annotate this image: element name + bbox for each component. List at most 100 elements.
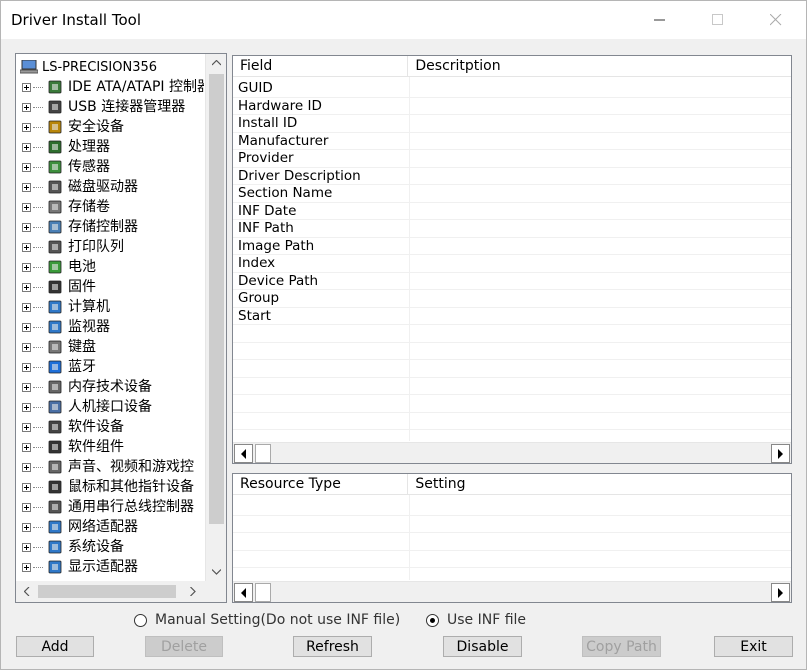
- expand-icon[interactable]: [22, 182, 31, 192]
- add-button[interactable]: Add: [16, 636, 94, 657]
- manual-setting-radio[interactable]: Manual Setting(Do not use INF file): [134, 612, 400, 628]
- table-row[interactable]: Provider: [233, 150, 791, 168]
- table-row[interactable]: Section Name: [233, 185, 791, 203]
- expand-icon[interactable]: [22, 282, 31, 292]
- expand-icon[interactable]: [22, 342, 31, 352]
- tree-item[interactable]: 声音、视频和游戏控: [22, 457, 194, 477]
- copy-path-button[interactable]: Copy Path: [582, 636, 661, 657]
- scroll-right-icon[interactable]: [771, 583, 790, 602]
- tree-item[interactable]: 键盘: [22, 337, 96, 357]
- expand-icon[interactable]: [22, 102, 31, 112]
- tree-item[interactable]: 软件组件: [22, 437, 124, 457]
- tree-horizontal-thumb[interactable]: [38, 585, 176, 598]
- resources-list[interactable]: Resource Type Setting: [232, 473, 792, 603]
- tree-vertical-thumb[interactable]: [209, 74, 224, 524]
- table-row[interactable]: Device Path: [233, 273, 791, 290]
- expand-icon[interactable]: [22, 402, 31, 412]
- column-resource-type[interactable]: Resource Type: [233, 474, 409, 495]
- tree-item[interactable]: 磁盘驱动器: [22, 177, 138, 197]
- tree-item[interactable]: USB 连接器管理器: [22, 97, 185, 117]
- expand-icon[interactable]: [22, 502, 31, 512]
- column-setting[interactable]: Setting: [408, 474, 791, 495]
- details-list[interactable]: Field Descritption GUID Hardware ID Instal…: [232, 55, 792, 464]
- expand-icon[interactable]: [22, 442, 31, 452]
- tree-item[interactable]: 打印队列: [22, 237, 124, 257]
- scroll-left-icon[interactable]: [234, 583, 253, 602]
- expand-icon[interactable]: [22, 222, 31, 232]
- tree-item[interactable]: 监视器: [22, 317, 110, 337]
- expand-icon[interactable]: [22, 242, 31, 252]
- minimize-button[interactable]: [637, 1, 683, 39]
- scroll-left-icon[interactable]: [234, 444, 253, 463]
- tree-item[interactable]: 蓝牙: [22, 357, 96, 377]
- expand-icon[interactable]: [22, 522, 31, 532]
- tree-item[interactable]: IDE ATA/ATAPI 控制器: [22, 77, 204, 97]
- table-row[interactable]: Driver Description: [233, 168, 791, 185]
- radio-circle[interactable]: [134, 613, 147, 627]
- tree-item[interactable]: 通用串行总线控制器: [22, 497, 194, 517]
- tree-item[interactable]: 软件设备: [22, 417, 124, 437]
- tree-horizontal-scrollbar[interactable]: [16, 581, 226, 602]
- expand-icon[interactable]: [22, 382, 31, 392]
- tree-root-node[interactable]: LS-PRECISION356: [20, 57, 157, 77]
- table-row[interactable]: INF Date: [233, 203, 791, 220]
- expand-icon[interactable]: [22, 82, 31, 92]
- tree-vertical-scrollbar[interactable]: [205, 54, 226, 581]
- column-description[interactable]: Descritption: [408, 56, 791, 77]
- tree-item[interactable]: 内存技术设备: [22, 377, 152, 397]
- expand-icon[interactable]: [22, 462, 31, 472]
- scroll-up-icon[interactable]: [206, 54, 226, 72]
- table-row[interactable]: Hardware ID: [233, 98, 791, 115]
- disable-button[interactable]: Disable: [443, 636, 522, 657]
- expand-icon[interactable]: [22, 202, 31, 212]
- tree-item[interactable]: 网络适配器: [22, 517, 138, 537]
- expand-icon[interactable]: [22, 482, 31, 492]
- close-button[interactable]: [753, 1, 799, 39]
- maximize-button[interactable]: [695, 1, 741, 39]
- radio-circle[interactable]: [426, 613, 439, 627]
- tree-item[interactable]: 处理器: [22, 137, 110, 157]
- exit-button[interactable]: Exit: [714, 636, 793, 657]
- expand-icon[interactable]: [22, 262, 31, 272]
- expand-icon[interactable]: [22, 302, 31, 312]
- tree-item[interactable]: 固件: [22, 277, 96, 297]
- tree-item[interactable]: 存储控制器: [22, 217, 138, 237]
- device-tree[interactable]: LS-PRECISION356 IDE ATA/ATAPI 控制器 USB 连接器…: [15, 53, 227, 603]
- tree-item[interactable]: 人机接口设备: [22, 397, 152, 417]
- table-row[interactable]: Image Path: [233, 238, 791, 255]
- tree-item[interactable]: 存储卷: [22, 197, 110, 217]
- column-field[interactable]: Field: [233, 56, 409, 77]
- tree-item[interactable]: 计算机: [22, 297, 110, 317]
- table-row[interactable]: Start: [233, 308, 791, 325]
- resources-horizontal-scrollbar[interactable]: [233, 581, 791, 602]
- scroll-right-icon[interactable]: [182, 582, 203, 600]
- table-row[interactable]: Group: [233, 290, 791, 308]
- expand-icon[interactable]: [22, 562, 31, 572]
- expand-icon[interactable]: [22, 122, 31, 132]
- tree-item[interactable]: 安全设备: [22, 117, 124, 137]
- tree-item[interactable]: 传感器: [22, 157, 110, 177]
- tree-item[interactable]: 显示适配器: [22, 557, 138, 577]
- tree-item[interactable]: 电池: [22, 257, 96, 277]
- delete-button[interactable]: Delete: [145, 636, 223, 657]
- expand-icon[interactable]: [22, 322, 31, 332]
- table-row[interactable]: Index: [233, 255, 791, 273]
- scroll-right-icon[interactable]: [771, 444, 790, 463]
- scroll-down-icon[interactable]: [206, 563, 226, 581]
- resources-scroll-thumb[interactable]: [255, 583, 271, 602]
- scroll-left-icon[interactable]: [16, 582, 37, 600]
- expand-icon[interactable]: [22, 162, 31, 172]
- tree-item[interactable]: 鼠标和其他指针设备: [22, 477, 194, 497]
- expand-icon[interactable]: [22, 362, 31, 372]
- table-row[interactable]: GUID: [233, 80, 791, 98]
- details-scroll-thumb[interactable]: [255, 444, 271, 463]
- tree-item[interactable]: 系统设备: [22, 537, 124, 557]
- expand-icon[interactable]: [22, 422, 31, 432]
- details-horizontal-scrollbar[interactable]: [233, 442, 791, 463]
- use-inf-radio[interactable]: Use INF file: [426, 612, 526, 628]
- table-row[interactable]: Manufacturer: [233, 133, 791, 150]
- refresh-button[interactable]: Refresh: [293, 636, 372, 657]
- table-row[interactable]: Install ID: [233, 115, 791, 133]
- expand-icon[interactable]: [22, 142, 31, 152]
- table-row[interactable]: INF Path: [233, 220, 791, 238]
